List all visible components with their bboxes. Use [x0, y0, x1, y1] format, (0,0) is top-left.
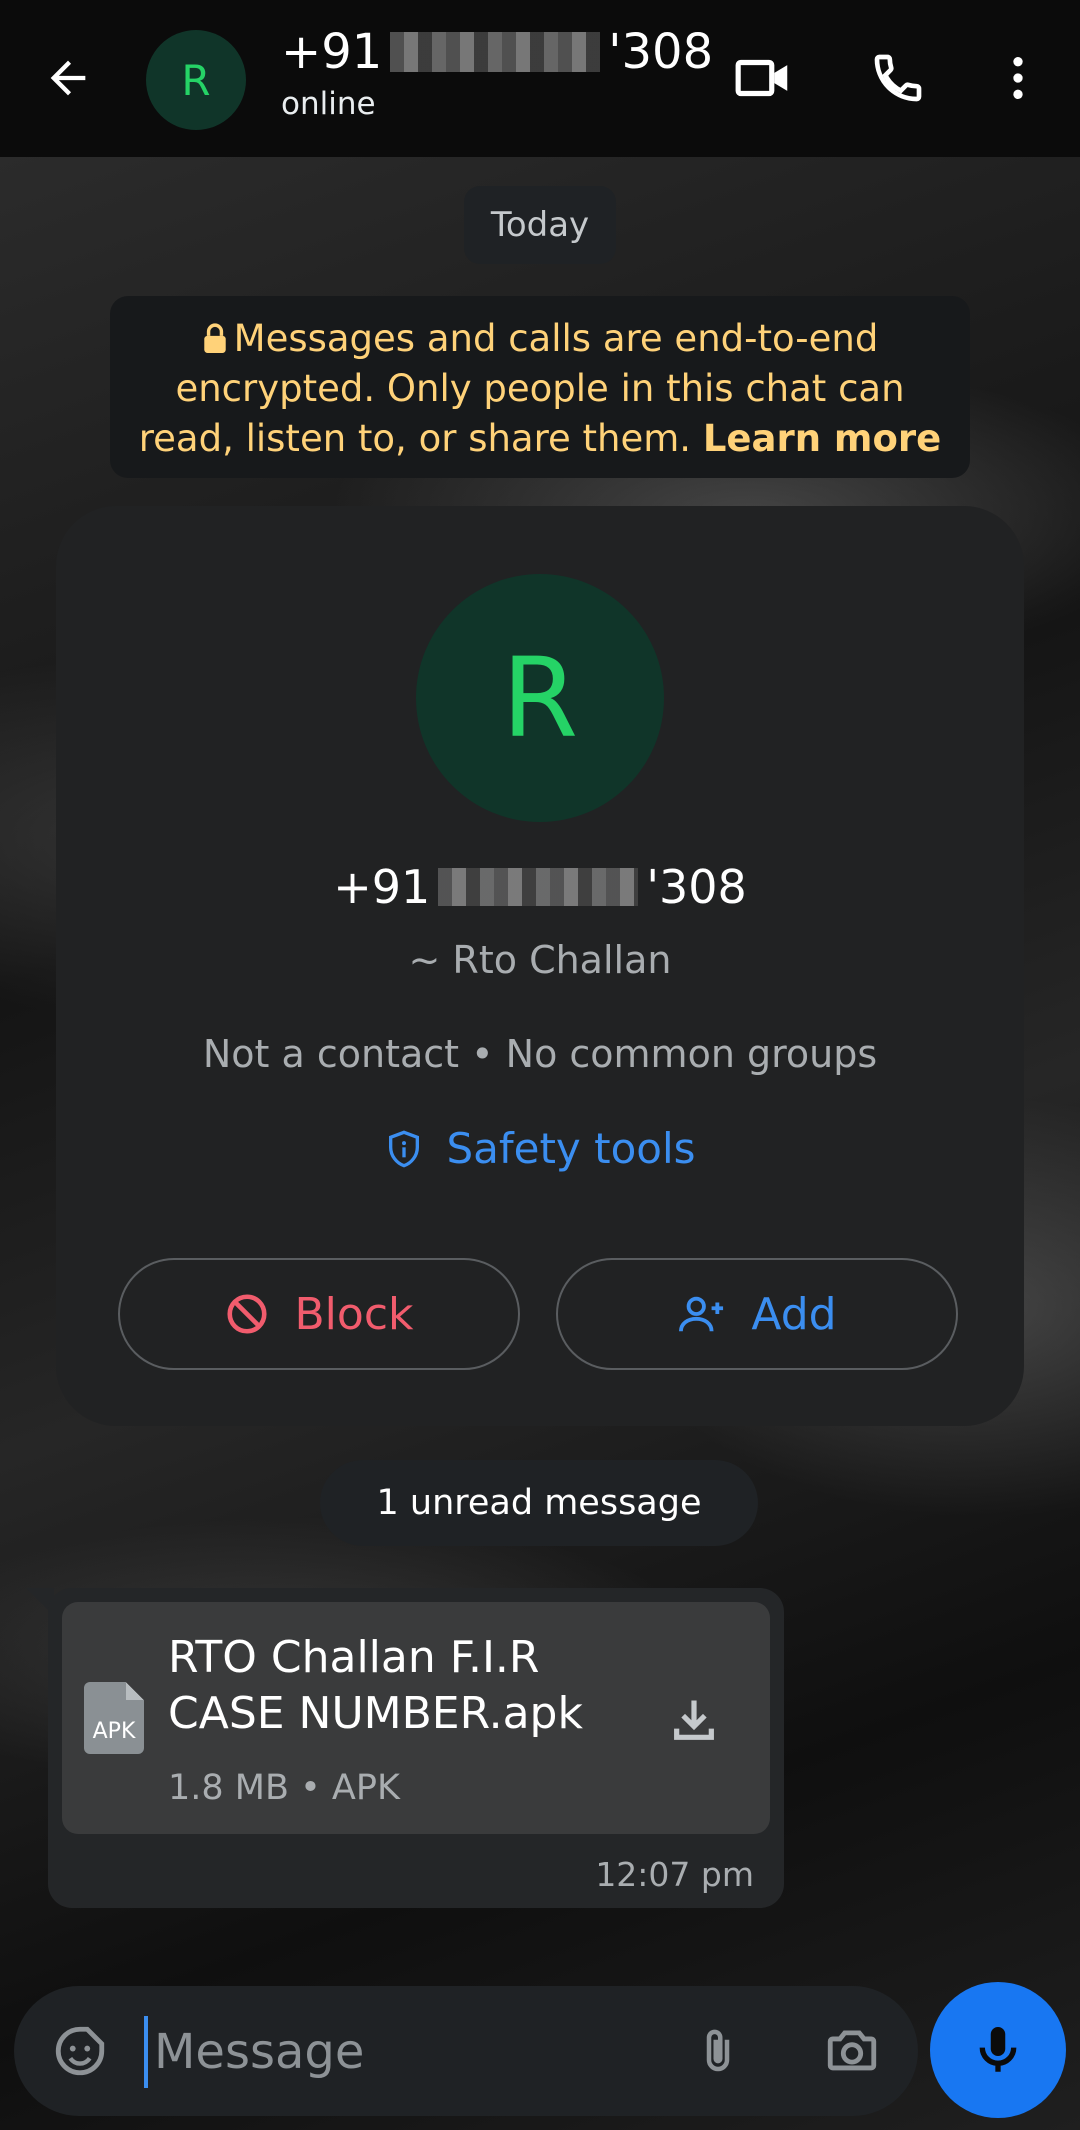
- shield-icon: [389, 1130, 420, 1167]
- phone-prefix: +91: [281, 24, 383, 80]
- online-status: online: [281, 86, 376, 122]
- video-call-button[interactable]: [732, 46, 796, 110]
- contact-avatar: R: [416, 574, 664, 822]
- date-chip: Today: [464, 186, 616, 264]
- avatar-letter: R: [181, 55, 211, 105]
- more-options-button[interactable]: [986, 46, 1050, 110]
- more-vert-icon: [1013, 57, 1023, 99]
- safety-tools-label: Safety tools: [446, 1124, 696, 1173]
- message-composer: [14, 1986, 918, 2116]
- add-contact-button[interactable]: Add: [556, 1258, 958, 1370]
- phone-suffix: '308: [608, 24, 714, 80]
- card-redacted-digits: [438, 868, 639, 906]
- file-name: RTO Challan F.I.R CASE NUMBER.apk: [168, 1632, 583, 1739]
- add-person-icon: [679, 1296, 724, 1332]
- phone-icon: [874, 54, 922, 102]
- download-button[interactable]: [662, 1688, 726, 1752]
- contact-alias: ~ Rto Challan: [408, 938, 672, 982]
- card-phone-prefix: +91: [333, 860, 431, 914]
- unread-messages-chip: 1 unread message: [320, 1460, 758, 1546]
- file-meta: 1.8 MB • APK: [168, 1768, 400, 1808]
- camera-button[interactable]: [820, 2019, 884, 2083]
- message-timestamp: 12:07 pm: [595, 1855, 754, 1894]
- download-icon: [674, 1700, 714, 1740]
- file-attachment[interactable]: APK RTO Challan F.I.R CASE NUMBER.apk 1.…: [62, 1602, 770, 1834]
- voice-call-button[interactable]: [866, 46, 930, 110]
- back-arrow-icon: [50, 60, 86, 96]
- voice-message-button[interactable]: [930, 1982, 1066, 2118]
- apk-icon-label: APK: [92, 1719, 136, 1744]
- microphone-icon: [979, 2027, 1017, 2072]
- camera-icon: [827, 2030, 877, 2071]
- contact-title[interactable]: +91 '308 online: [281, 22, 713, 122]
- block-button[interactable]: Block: [118, 1258, 520, 1370]
- contact-avatar-letter: R: [501, 634, 579, 762]
- add-label: Add: [751, 1288, 837, 1340]
- paperclip-icon: [706, 2029, 730, 2072]
- avatar[interactable]: R: [146, 30, 246, 130]
- video-call-icon: [735, 59, 788, 97]
- encryption-notice[interactable]: Messages and calls are end-to-end encryp…: [110, 296, 970, 478]
- contact-phone: +91 '308: [56, 860, 1024, 914]
- learn-more-link[interactable]: Learn more: [703, 417, 941, 460]
- chat-header: R +91 '308 online: [0, 0, 1080, 157]
- block-icon: [227, 1294, 268, 1334]
- incoming-message-bubble[interactable]: APK RTO Challan F.I.R CASE NUMBER.apk 1.…: [48, 1588, 784, 1908]
- card-phone-suffix: '308: [646, 860, 747, 914]
- sticker-emoji-icon: [55, 2026, 105, 2076]
- back-button[interactable]: [36, 46, 100, 110]
- lock-icon: [203, 323, 226, 353]
- redacted-digits: [390, 32, 601, 72]
- block-label: Block: [294, 1288, 414, 1340]
- attach-button[interactable]: [686, 2019, 750, 2083]
- contact-info-card: R +91 '308 ~ Rto Challan Not a contact •…: [56, 506, 1024, 1426]
- emoji-sticker-button[interactable]: [48, 2019, 112, 2083]
- apk-file-icon: APK: [84, 1682, 144, 1754]
- contact-meta: Not a contact • No common groups: [202, 1032, 878, 1076]
- safety-tools-link[interactable]: Safety tools: [56, 1124, 1024, 1173]
- message-input[interactable]: [144, 2016, 644, 2088]
